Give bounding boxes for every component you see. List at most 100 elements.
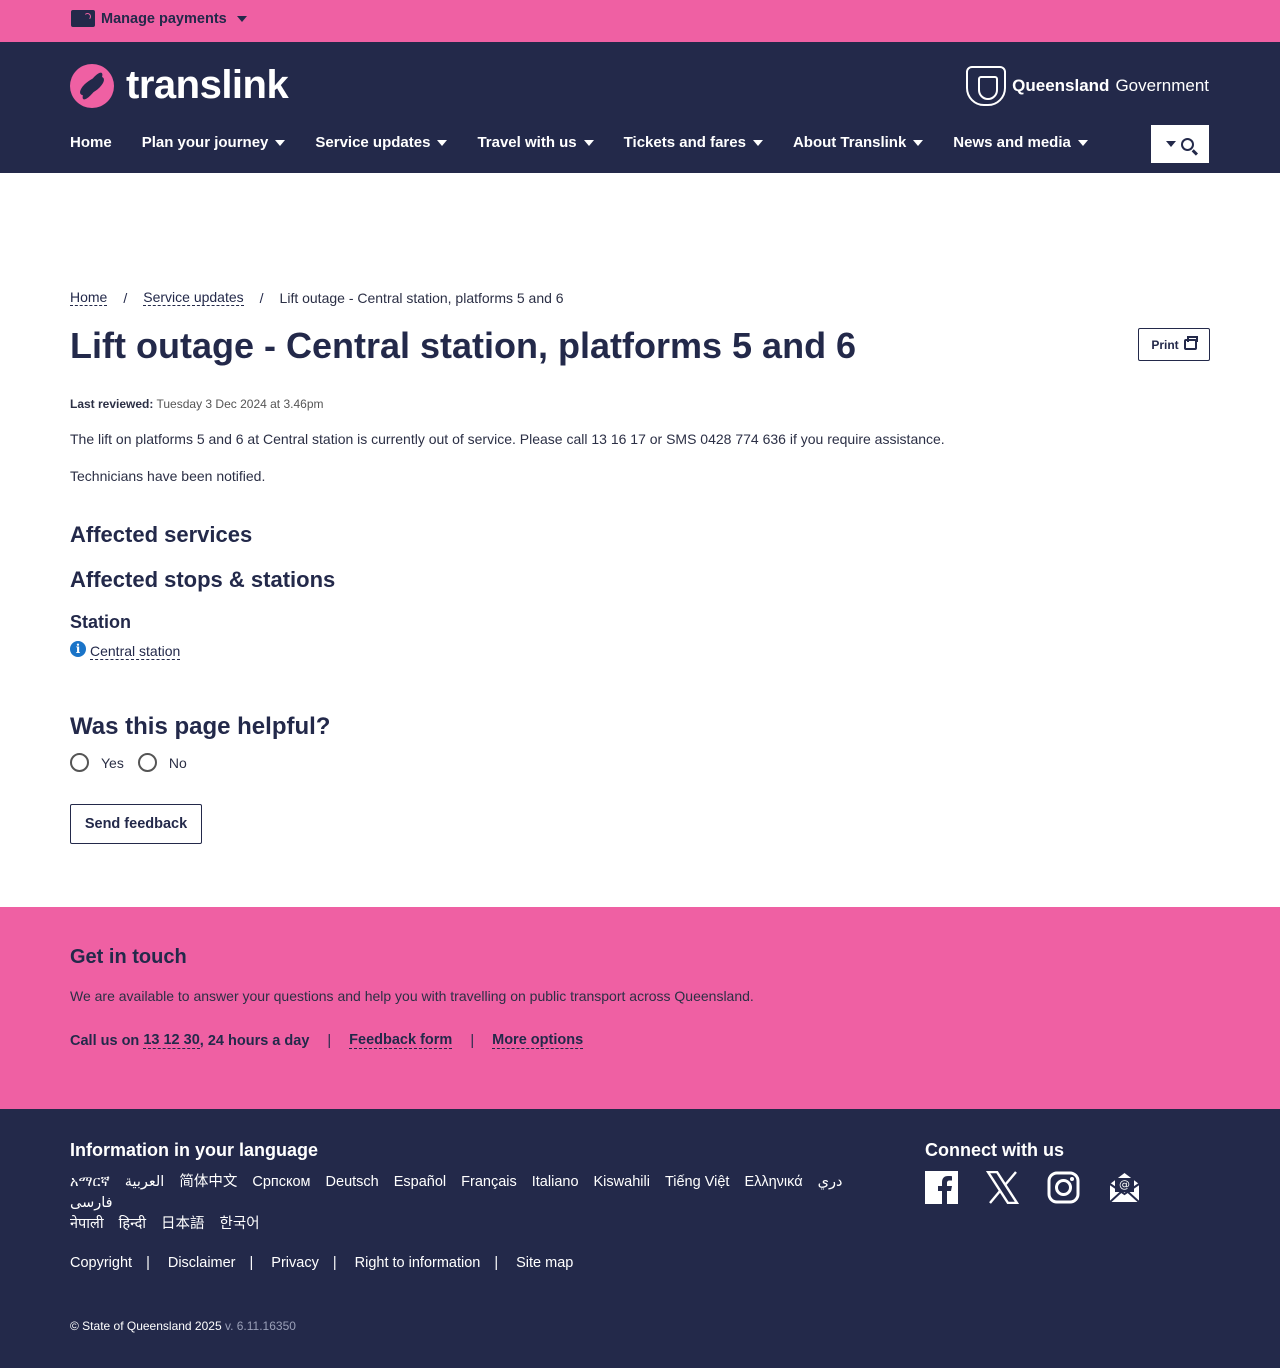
breadcrumb-separator: /: [123, 289, 128, 306]
language-link[interactable]: 简体中文: [179, 1172, 237, 1193]
disclaimer-link[interactable]: Disclaimer: [168, 1255, 236, 1271]
site-map-link[interactable]: Site map: [516, 1255, 573, 1271]
nav-about-translink[interactable]: About Translink: [793, 134, 924, 151]
privacy-link[interactable]: Privacy: [271, 1255, 319, 1271]
site-header: translink Queensland Government Home Pla…: [0, 42, 1280, 173]
search-toggle-button[interactable]: [1151, 125, 1209, 163]
call-suffix: , 24 hours a day: [199, 1032, 310, 1049]
connect-heading: Connect with us: [925, 1140, 1064, 1160]
footer-links: Copyright | Disclaimer | Privacy | Right to…: [70, 1255, 573, 1271]
language-link[interactable]: Ελληνικά: [744, 1172, 802, 1193]
central-station-link[interactable]: Central station: [90, 643, 181, 660]
translink-logo-mark: [70, 63, 114, 108]
language-link[interactable]: हिन्दी: [119, 1214, 146, 1235]
svg-text:@: @: [1119, 1178, 1130, 1191]
nav-news-and-media[interactable]: News and media: [953, 134, 1088, 151]
more-options-link[interactable]: More options: [492, 1032, 584, 1049]
divider: |: [249, 1255, 254, 1271]
chevron-down-icon: [236, 15, 247, 22]
copyright-link[interactable]: Copyright: [70, 1255, 132, 1271]
breadcrumb-separator: /: [259, 289, 264, 306]
yes-radio[interactable]: [70, 753, 89, 772]
no-label[interactable]: No: [169, 755, 187, 771]
divider: |: [327, 1032, 332, 1049]
phone-link[interactable]: 13 12 30: [143, 1032, 200, 1049]
last-reviewed: Last reviewed: Tuesday 3 Dec 2024 at 3.4…: [70, 397, 324, 411]
version-text: v. 6.11.16350: [224, 1319, 296, 1333]
instagram-icon[interactable]: [1047, 1171, 1080, 1204]
logo-text: translink: [126, 63, 289, 107]
chevron-down-icon: [752, 139, 763, 146]
site-footer: Information in your language አማርኛ العربية…: [0, 1109, 1280, 1368]
language-link[interactable]: Tiếng Việt: [665, 1172, 730, 1193]
chevron-down-icon: [1077, 139, 1088, 146]
x-icon[interactable]: [986, 1171, 1019, 1204]
nav-service-updates[interactable]: Service updates: [315, 134, 448, 151]
print-label: Print: [1151, 337, 1179, 352]
right-to-information-link[interactable]: Right to information: [355, 1255, 481, 1271]
language-link[interactable]: 日本語: [161, 1214, 205, 1235]
get-in-touch-section: Get in touch We are available to answer …: [0, 907, 1280, 1109]
manage-payments-menu[interactable]: Manage payments: [71, 10, 247, 27]
language-link[interactable]: فارسی: [70, 1193, 113, 1214]
language-list: አማርኛ العربية 简体中文 Српском Deutsch Español Fran…: [70, 1172, 900, 1235]
feedback-form-link[interactable]: Feedback form: [349, 1032, 453, 1049]
nav-label: Service updates: [315, 134, 431, 151]
divider: |: [494, 1255, 499, 1271]
queensland-government-logo[interactable]: Queensland Government: [966, 66, 1209, 106]
print-button[interactable]: Print: [1138, 328, 1210, 361]
language-link[interactable]: Français: [461, 1172, 517, 1193]
nav-label: Tickets and fares: [623, 134, 746, 151]
language-link[interactable]: አማርኛ: [70, 1172, 110, 1193]
no-radio[interactable]: [137, 753, 157, 772]
affected-stops-heading: Affected stops & stations: [70, 567, 336, 592]
breadcrumb-service-updates[interactable]: Service updates: [143, 289, 244, 306]
manage-payments-label: Manage payments: [101, 10, 227, 27]
translink-logo[interactable]: translink: [70, 63, 289, 108]
nav-plan-your-journey[interactable]: Plan your journey: [142, 134, 286, 151]
yes-label[interactable]: Yes: [101, 755, 124, 771]
coat-of-arms-icon: [966, 66, 1007, 106]
language-link[interactable]: Italiano: [532, 1172, 579, 1193]
email-icon[interactable]: @: [1108, 1171, 1141, 1204]
language-link[interactable]: العربية: [125, 1172, 165, 1193]
nav-home[interactable]: Home: [70, 134, 112, 151]
language-link[interactable]: Српском: [252, 1172, 310, 1193]
search-icon: [1181, 137, 1194, 151]
language-link[interactable]: دري: [818, 1172, 843, 1193]
language-link[interactable]: Kiswahili: [594, 1172, 650, 1193]
chevron-down-icon: [583, 139, 594, 146]
get-in-touch-description: We are available to answer your question…: [70, 988, 754, 1004]
nav-label: Travel with us: [477, 134, 577, 151]
gov-bold: Queensland: [1012, 76, 1110, 95]
get-in-touch-heading: Get in touch: [70, 946, 187, 968]
breadcrumb-current: Lift outage - Central station, platforms…: [279, 289, 564, 306]
breadcrumb-home[interactable]: Home: [70, 289, 108, 306]
printer-icon: [1183, 336, 1198, 350]
gov-rest: Government: [1115, 76, 1209, 95]
feedback-options: Yes No: [70, 753, 201, 772]
facebook-icon[interactable]: [925, 1171, 958, 1204]
main-nav: Home Plan your journey Service updates T…: [70, 134, 1118, 151]
copyright-text: © State of Queensland 2025: [70, 1319, 222, 1333]
language-link[interactable]: नेपाली: [70, 1214, 104, 1235]
station-heading: Station: [70, 612, 131, 632]
page-title: Lift outage - Central station, platforms…: [70, 325, 857, 366]
social-links: @: [925, 1171, 1141, 1204]
call-prefix: Call us on: [70, 1032, 140, 1049]
payment-card-icon: [71, 10, 95, 27]
send-feedback-button[interactable]: Send feedback: [70, 804, 202, 844]
nav-tickets-and-fares[interactable]: Tickets and fares: [624, 134, 763, 151]
language-link[interactable]: Español: [394, 1172, 446, 1193]
info-icon: i: [70, 641, 86, 657]
language-link[interactable]: 한국어: [220, 1214, 260, 1235]
contact-links: Call us on 13 12 30, 24 hours a day | Fe…: [70, 1032, 584, 1049]
nav-travel-with-us[interactable]: Travel with us: [477, 134, 594, 151]
outage-description: The lift on platforms 5 and 6 at Central…: [70, 431, 945, 447]
affected-services-heading: Affected services: [70, 522, 253, 547]
chevron-down-icon: [1166, 141, 1176, 147]
language-link[interactable]: Deutsch: [326, 1172, 379, 1193]
chevron-down-icon: [913, 139, 924, 146]
feedback-heading: Was this page helpful?: [70, 713, 331, 740]
divider: |: [470, 1032, 475, 1049]
